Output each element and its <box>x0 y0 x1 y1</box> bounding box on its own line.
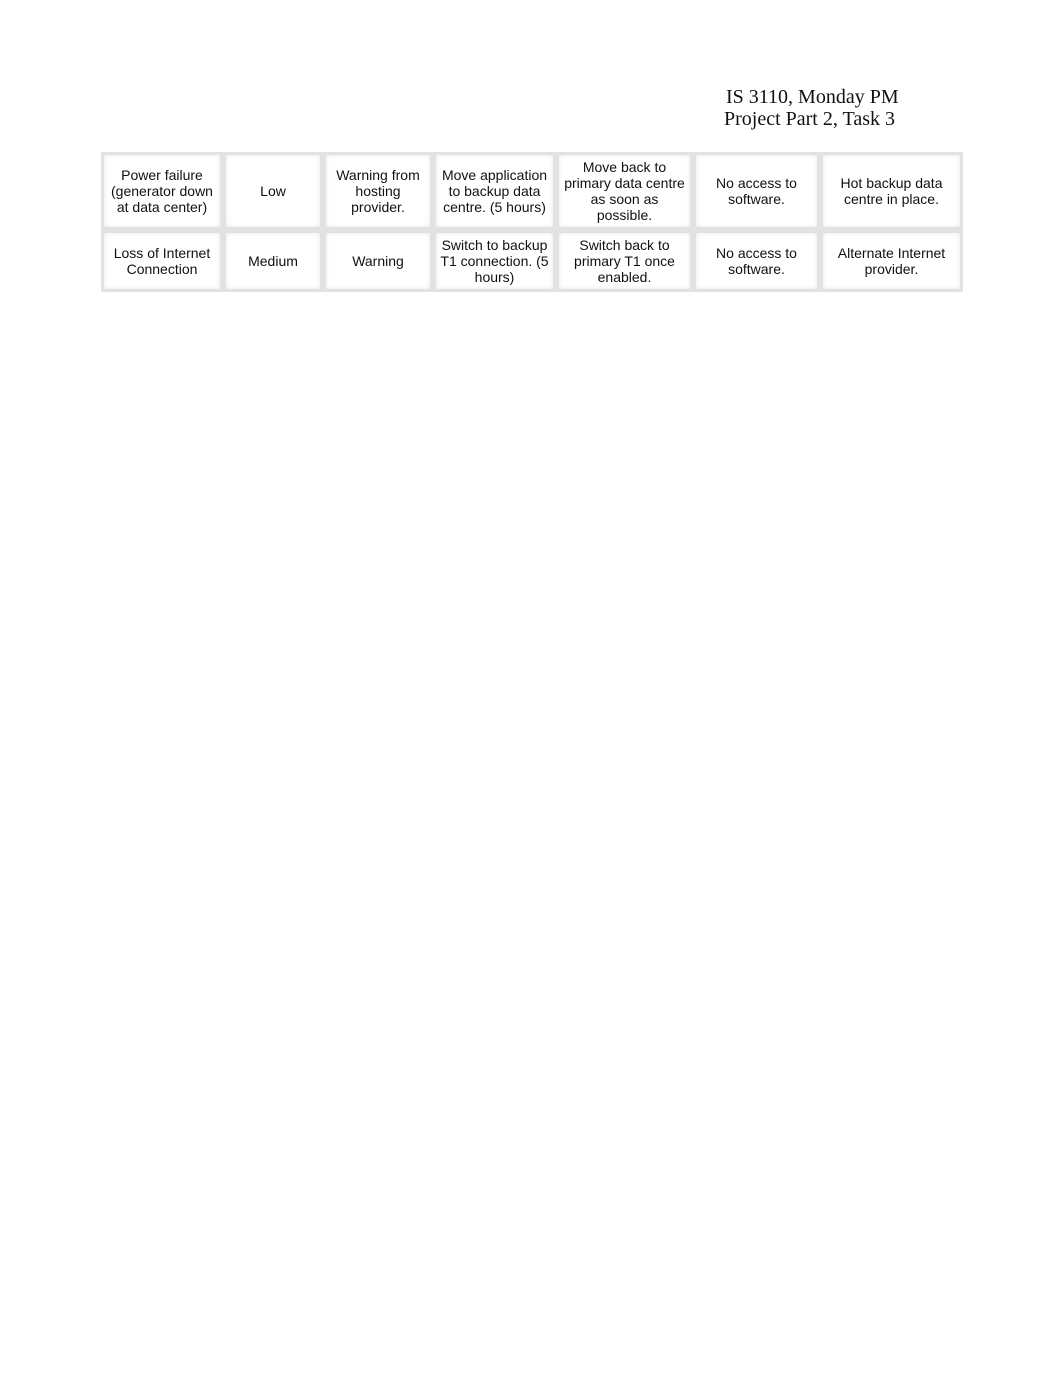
table-row: Loss of Internet Connection Medium Warni… <box>101 230 963 292</box>
table-cell-likelihood: Low <box>223 152 323 231</box>
course-line: IS 3110, Monday PM <box>726 86 899 108</box>
table-cell-impact: No access to software. <box>693 230 820 292</box>
table-cell-recovery: Move back to primary data centre as soon… <box>556 152 693 231</box>
document-header: IS 3110, Monday PM Project Part 2, Task … <box>724 86 899 130</box>
table-cell-mitigation: Hot backup data centre in place. <box>820 152 963 231</box>
table-row: Power failure (generator down at data ce… <box>101 152 963 231</box>
table-cell-impact: No access to software. <box>693 152 820 231</box>
table-cell-warning: Warning <box>323 230 433 292</box>
risk-table-container: Power failure (generator down at data ce… <box>101 152 963 292</box>
table-cell-recovery: Switch back to primary T1 once enabled. <box>556 230 693 292</box>
table-cell-warning: Warning from hosting provider. <box>323 152 433 231</box>
project-line: Project Part 2, Task 3 <box>724 108 895 130</box>
table-cell-response: Move application to backup data centre. … <box>433 152 556 231</box>
table-cell-likelihood: Medium <box>223 230 323 292</box>
table-cell-risk: Power failure (generator down at data ce… <box>101 152 223 231</box>
table-cell-risk: Loss of Internet Connection <box>101 230 223 292</box>
risk-table: Power failure (generator down at data ce… <box>101 152 963 292</box>
table-cell-mitigation: Alternate Internet provider. <box>820 230 963 292</box>
table-cell-response: Switch to backup T1 connection. (5 hours… <box>433 230 556 292</box>
